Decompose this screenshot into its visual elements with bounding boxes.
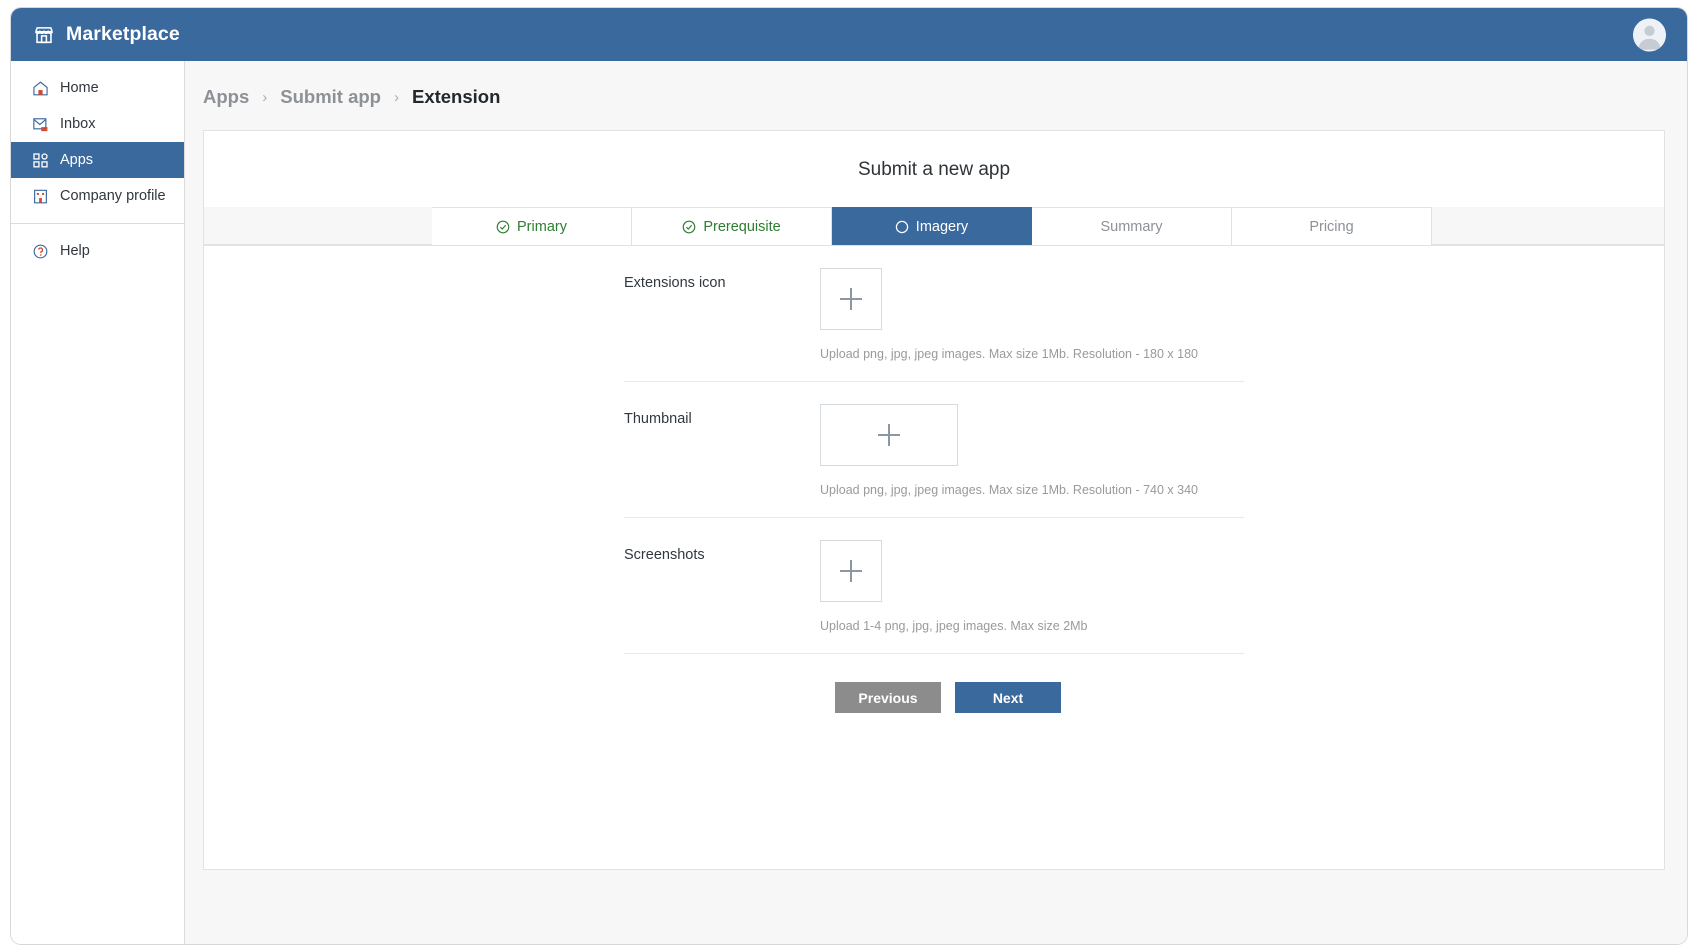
sidebar: Home Inbox Apps Company profile Help xyxy=(11,61,185,944)
check-circle-icon xyxy=(496,220,510,234)
upload-hint: Upload png, jpg, jpeg images. Max size 1… xyxy=(820,347,1198,361)
form-actions: Previous Next xyxy=(624,654,1244,713)
upload-hint: Upload png, jpg, jpeg images. Max size 1… xyxy=(820,483,1198,497)
upload-label: Extensions icon xyxy=(624,275,726,291)
plus-icon xyxy=(878,424,900,446)
thumbnail-dropzone[interactable] xyxy=(820,404,958,466)
upload-label: Thumbnail xyxy=(624,411,692,427)
sidebar-item-inbox[interactable]: Inbox xyxy=(11,106,184,142)
tab-summary[interactable]: Summary xyxy=(1032,207,1232,245)
breadcrumb-item-extension: Extension xyxy=(411,86,501,107)
top-bar: Marketplace xyxy=(11,8,1687,61)
breadcrumb: Apps › Submit app › Extension xyxy=(185,61,1687,130)
tab-imagery[interactable]: Imagery xyxy=(832,207,1032,245)
previous-button[interactable]: Previous xyxy=(835,682,941,713)
submit-app-card: Submit a new app Primary Prerequisite Im… xyxy=(203,130,1665,870)
tab-prerequisite[interactable]: Prerequisite xyxy=(632,207,832,245)
sidebar-item-label: Help xyxy=(60,243,90,259)
extensions-icon-dropzone[interactable] xyxy=(820,268,882,330)
tab-pricing[interactable]: Pricing xyxy=(1232,207,1432,245)
body: Home Inbox Apps Company profile Help App… xyxy=(11,61,1687,944)
sidebar-item-apps[interactable]: Apps xyxy=(11,142,184,178)
upload-row-thumbnail: Thumbnail Upload png, jpg, jpeg images. … xyxy=(624,382,1244,518)
upload-right: Upload png, jpg, jpeg images. Max size 1… xyxy=(820,268,1244,361)
sidebar-item-label: Company profile xyxy=(60,188,166,204)
sidebar-item-help[interactable]: Help xyxy=(11,233,184,269)
company-profile-icon xyxy=(32,188,49,205)
app-window: Marketplace Home Inbox Apps Company prof… xyxy=(11,8,1687,944)
tab-primary[interactable]: Primary xyxy=(432,207,632,245)
tab-label: Summary xyxy=(1100,218,1163,235)
home-icon xyxy=(32,80,49,97)
tab-label: Imagery xyxy=(915,218,969,235)
imagery-form: Extensions icon Upload png, jpg, jpeg im… xyxy=(204,246,1664,713)
brand[interactable]: Marketplace xyxy=(33,23,180,46)
apps-grid-icon xyxy=(32,152,49,169)
sidebar-item-home[interactable]: Home xyxy=(11,70,184,106)
plus-icon xyxy=(840,288,862,310)
plus-icon xyxy=(840,560,862,582)
upload-row-screenshots: Screenshots Upload 1-4 png, jpg, jpeg im… xyxy=(624,518,1244,654)
main-content: Apps › Submit app › Extension Submit a n… xyxy=(185,61,1687,944)
breadcrumb-item-apps[interactable]: Apps xyxy=(203,86,249,108)
tabs-right-spacer xyxy=(1432,207,1664,245)
upload-right: Upload png, jpg, jpeg images. Max size 1… xyxy=(820,404,1244,497)
upload-right: Upload 1-4 png, jpg, jpeg images. Max si… xyxy=(820,540,1244,633)
sidebar-item-label: Apps xyxy=(60,152,94,168)
upload-row-extensions-icon: Extensions icon Upload png, jpg, jpeg im… xyxy=(624,246,1244,382)
store-icon xyxy=(33,24,55,46)
screenshots-dropzone[interactable] xyxy=(820,540,882,602)
tab-label: Primary xyxy=(517,218,567,235)
chevron-right-icon: › xyxy=(262,88,268,106)
breadcrumb-item-submit-app[interactable]: Submit app xyxy=(280,86,381,108)
inbox-icon xyxy=(32,116,49,133)
check-circle-icon xyxy=(682,220,696,234)
user-avatar-icon xyxy=(1633,18,1666,51)
sidebar-item-company-profile[interactable]: Company profile xyxy=(11,178,184,214)
tab-label: Pricing xyxy=(1309,218,1354,235)
tabs-left-spacer xyxy=(204,207,432,245)
page-title: Submit a new app xyxy=(857,159,1011,180)
upload-label: Screenshots xyxy=(624,547,705,563)
wizard-tabs: Primary Prerequisite Imagery Summary Pri… xyxy=(204,207,1664,246)
chevron-right-icon: › xyxy=(393,88,399,106)
sidebar-divider xyxy=(11,223,184,224)
empty-circle-icon xyxy=(895,220,909,234)
help-circle-icon xyxy=(32,243,49,260)
brand-label: Marketplace xyxy=(66,23,180,45)
sidebar-item-label: Home xyxy=(60,80,99,96)
tab-label: Prerequisite xyxy=(703,218,781,235)
avatar[interactable] xyxy=(1633,18,1666,51)
next-button[interactable]: Next xyxy=(955,682,1061,713)
sidebar-item-label: Inbox xyxy=(60,116,96,132)
upload-hint: Upload 1-4 png, jpg, jpeg images. Max si… xyxy=(820,619,1088,633)
